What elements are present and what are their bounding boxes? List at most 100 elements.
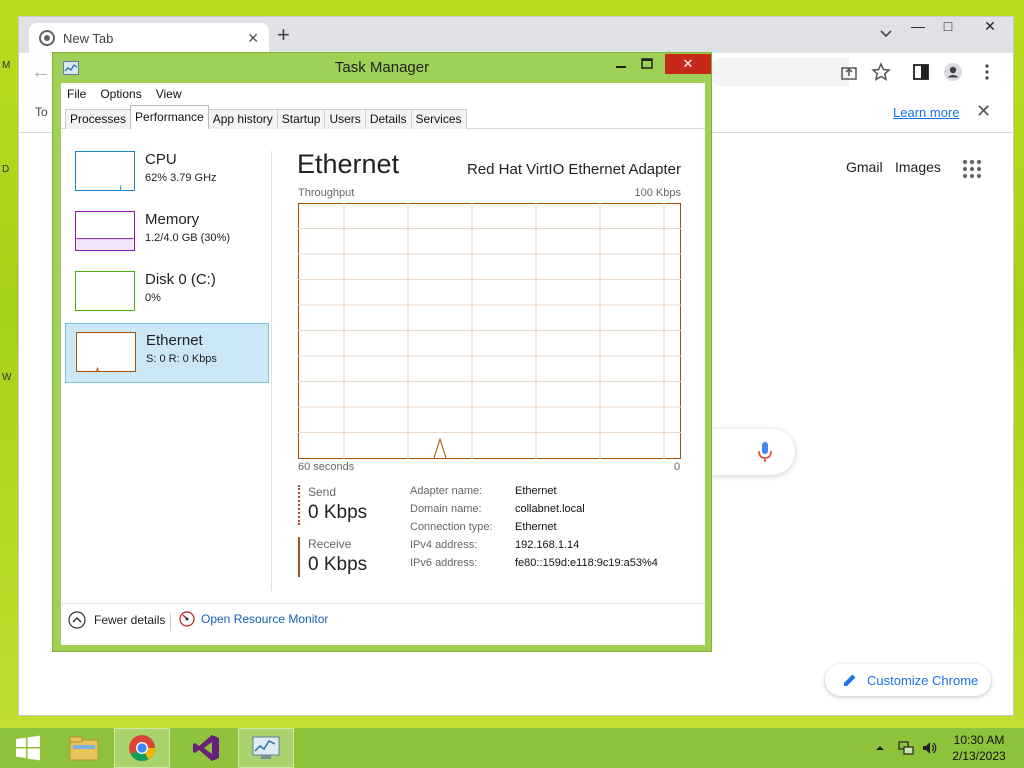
property-key: IPv6 address: xyxy=(410,557,478,569)
customize-chrome-button[interactable]: Customize Chrome xyxy=(825,664,991,696)
send-label: Send xyxy=(308,485,337,499)
tm-tab-bar: Processes Performance App history Startu… xyxy=(61,105,705,129)
taskbar: 10:30 AM 2/13/2023 xyxy=(0,728,1024,768)
tm-minimize-icon[interactable] xyxy=(611,55,631,73)
new-tab-button[interactable]: + xyxy=(277,24,290,46)
resource-detail: 1.2/4.0 GB (30%) xyxy=(145,232,230,244)
chrome-favicon-icon xyxy=(39,30,55,46)
side-panel-icon[interactable] xyxy=(911,62,931,82)
tab-title: New Tab xyxy=(63,30,114,46)
tab-users[interactable]: Users xyxy=(324,109,366,129)
property-key: Connection type: xyxy=(410,521,493,533)
throughput-max-label: 100 Kbps xyxy=(634,187,681,199)
tm-menubar: File Options View xyxy=(61,83,705,105)
send-stat: Send 0 Kbps xyxy=(298,485,398,525)
tm-close-button[interactable]: ✕ xyxy=(665,54,711,74)
resource-ethernet[interactable]: Ethernet S: 0 R: 0 Kbps xyxy=(65,323,269,383)
tab-search-chevron-icon[interactable] xyxy=(879,27,893,41)
tab-services[interactable]: Services xyxy=(410,109,467,129)
clock-date: 2/13/2023 xyxy=(952,749,1006,763)
tm-maximize-icon[interactable] xyxy=(637,55,657,73)
desktop-icon-label: M xyxy=(2,60,11,71)
resource-name: Disk 0 (C:) xyxy=(145,271,216,288)
volume-icon[interactable] xyxy=(922,740,938,756)
tab-performance[interactable]: Performance xyxy=(130,105,209,129)
tab-app-history[interactable]: App history xyxy=(207,109,278,129)
infobar-text: To xyxy=(35,105,48,119)
desktop-icon-label: D xyxy=(2,164,10,175)
address-bar[interactable] xyxy=(709,58,849,86)
gmail-link[interactable]: Gmail xyxy=(846,159,883,175)
taskbar-visual-studio[interactable] xyxy=(178,728,234,768)
bookmark-star-icon[interactable] xyxy=(871,62,891,82)
share-icon[interactable] xyxy=(839,62,859,82)
open-resource-monitor-link[interactable]: Open Resource Monitor xyxy=(179,611,328,627)
task-manager-titlebar[interactable]: Task Manager ✕ xyxy=(53,53,711,83)
learn-more-link[interactable]: Learn more xyxy=(893,105,959,120)
taskbar-task-manager[interactable] xyxy=(238,728,294,768)
google-apps-grid-icon[interactable] xyxy=(962,159,982,179)
property-key: IPv4 address: xyxy=(410,539,478,551)
fewer-details-label: Fewer details xyxy=(94,613,166,627)
start-icon xyxy=(16,735,40,761)
graph-time-label: 60 seconds xyxy=(298,461,355,473)
close-window-icon[interactable]: ✕ xyxy=(975,17,1005,37)
adapter-properties: Adapter name: Ethernet Domain name: coll… xyxy=(410,485,658,575)
property-value: 192.168.1.14 xyxy=(515,539,580,551)
taskbar-file-explorer[interactable] xyxy=(56,728,112,768)
resource-disk[interactable]: Disk 0 (C:) 0% xyxy=(65,263,269,323)
property-row: Connection type: Ethernet xyxy=(410,521,658,539)
profile-avatar-icon[interactable] xyxy=(943,62,963,82)
memory-mini-graph xyxy=(75,211,135,251)
menu-file[interactable]: File xyxy=(67,87,86,101)
browser-tab[interactable]: New Tab ✕ xyxy=(29,23,269,53)
visual-studio-icon xyxy=(193,735,219,761)
ethernet-mini-graph xyxy=(76,332,136,372)
chrome-icon xyxy=(129,735,156,762)
property-row: IPv4 address: 192.168.1.14 xyxy=(410,539,658,557)
property-row: IPv6 address: fe80::159d:e118:9c19:a53%4 xyxy=(410,557,658,575)
adapter-description: Red Hat VirtIO Ethernet Adapter xyxy=(466,161,681,178)
open-resource-monitor-label: Open Resource Monitor xyxy=(201,612,329,626)
menu-view[interactable]: View xyxy=(156,87,182,101)
taskbar-chrome[interactable] xyxy=(114,728,170,768)
disk-mini-graph xyxy=(75,271,135,311)
show-hidden-icons-icon[interactable] xyxy=(872,740,888,756)
minimize-icon[interactable]: — xyxy=(903,17,933,37)
tab-details[interactable]: Details xyxy=(364,109,412,129)
property-row: Domain name: collabnet.local xyxy=(410,503,658,521)
voice-search-mic-icon[interactable] xyxy=(757,441,773,463)
tab-close-icon[interactable]: ✕ xyxy=(247,30,259,47)
resource-detail: 62% 3.79 GHz xyxy=(145,172,217,184)
performance-resource-list: CPU 62% 3.79 GHz Memory 1.2/4.0 GB (30%)… xyxy=(65,143,269,383)
customize-chrome-label: Customize Chrome xyxy=(867,672,979,688)
tab-startup[interactable]: Startup xyxy=(276,109,326,129)
system-clock[interactable]: 10:30 AM 2/13/2023 xyxy=(944,732,1014,764)
menu-options[interactable]: Options xyxy=(100,87,141,101)
images-link[interactable]: Images xyxy=(895,159,941,175)
resource-cpu[interactable]: CPU 62% 3.79 GHz xyxy=(65,143,269,203)
receive-value: 0 Kbps xyxy=(308,554,368,575)
maximize-icon[interactable]: □ xyxy=(933,17,963,37)
back-arrow-icon[interactable]: ← xyxy=(31,61,51,84)
resource-detail: S: 0 R: 0 Kbps xyxy=(146,353,217,365)
property-value: Ethernet xyxy=(515,521,557,533)
send-value: 0 Kbps xyxy=(308,502,368,523)
fewer-details-button[interactable]: Fewer details xyxy=(68,611,165,629)
kebab-menu-icon[interactable] xyxy=(977,62,997,82)
desktop-icon-label: W xyxy=(2,372,12,383)
resource-name: Memory xyxy=(145,211,200,228)
task-manager-icon xyxy=(252,736,280,759)
infobar-close-icon[interactable]: ✕ xyxy=(976,101,991,122)
panel-divider xyxy=(271,151,272,591)
network-icon[interactable] xyxy=(898,740,914,756)
clock-time: 10:30 AM xyxy=(953,733,1005,747)
tab-processes[interactable]: Processes xyxy=(65,109,132,129)
start-button[interactable] xyxy=(0,728,56,768)
tm-body: Processes Performance App history Startu… xyxy=(61,105,705,645)
property-value: Ethernet xyxy=(515,485,557,497)
property-key: Adapter name: xyxy=(410,485,483,497)
property-value: collabnet.local xyxy=(515,503,585,515)
resource-memory[interactable]: Memory 1.2/4.0 GB (30%) xyxy=(65,203,269,263)
footer-divider xyxy=(61,603,705,604)
